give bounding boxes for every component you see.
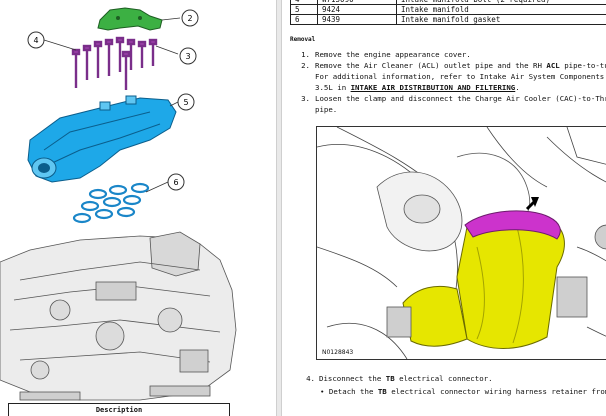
procedure-figure: N0128843 [316, 126, 606, 360]
svg-text:2: 2 [187, 14, 192, 23]
step-4-bullet: • Detach the TB electrical connector wir… [320, 387, 606, 396]
procedure-step: pipe. [290, 105, 606, 114]
step-text: 3.5L in INTAKE AIR DISTRIBUTION AND FILT… [315, 83, 520, 92]
step-text: Loosen the clamp and disconnect the Char… [315, 94, 606, 103]
text-run: . [515, 83, 520, 92]
step-4: 4. Disconnect the TB electrical connecto… [290, 374, 493, 383]
parts-table-row: 6 9439 Intake manifold gasket [290, 14, 606, 25]
procedure-step: 3. Loosen the clamp and disconnect the Ch… [290, 94, 606, 103]
step-number [290, 72, 315, 81]
parts-table: 4W715090Intake manifold bolt (2 required… [290, 0, 606, 25]
text-run: pipe-to-turbocharg [564, 61, 606, 70]
step-text: pipe. [315, 105, 338, 114]
step-number: 4. [306, 374, 315, 383]
bracket-part [97, 7, 163, 31]
parts-cell-desc: Intake manifold gasket [396, 14, 606, 25]
section-title: Removal [290, 36, 316, 43]
exploded-view-illustration [0, 7, 237, 401]
text-run: electrical connector wiring harness reta… [391, 387, 606, 396]
step-text: For additional information, refer to Int… [315, 72, 606, 81]
step-number: 3. [301, 94, 310, 103]
step-number [290, 105, 315, 114]
callout-3: 3 [179, 47, 197, 65]
callout-5: 5 [177, 93, 195, 111]
callout-4: 4 [27, 31, 45, 49]
svg-text:3: 3 [185, 52, 190, 61]
left-page: 2 3 4 5 6 Description [0, 0, 276, 416]
text-run: 3.5L in [315, 83, 351, 92]
callout-2: 2 [181, 9, 199, 27]
text-run: ACL [546, 61, 560, 70]
step-text: Remove the Air Cleaner (ACL) outlet pipe… [315, 61, 606, 70]
procedure-step: 1. Remove the engine appearance cover. [290, 50, 606, 59]
procedure-step: 2. Remove the Air Cleaner (ACL) outlet pi… [290, 61, 606, 70]
svg-text:4: 4 [33, 36, 38, 45]
procedure-step: 3.5L in INTAKE AIR DISTRIBUTION AND FILT… [290, 83, 606, 92]
callout-6: 6 [167, 173, 185, 191]
gaskets-part [72, 182, 150, 224]
right-page: 4W715090Intake manifold bolt (2 required… [282, 0, 606, 416]
text-run: electrical connector. [394, 374, 493, 383]
text-run: • Detach the [320, 387, 378, 396]
parts-cell-part: 9424 [317, 4, 397, 15]
parts-table-row: 5 9424 Intake manifold [290, 4, 606, 15]
step-number [290, 83, 315, 92]
intake-manifold-part [27, 95, 177, 183]
text-run: TB [377, 387, 387, 396]
svg-text:6: 6 [173, 178, 178, 187]
parts-cell-desc: Intake manifold [396, 4, 606, 15]
step-number: 2. [301, 61, 310, 70]
bolts-group [71, 36, 158, 90]
svg-text:5: 5 [183, 98, 188, 107]
parts-cell-item: 6 [290, 14, 318, 25]
parts-cell-part: 9439 [317, 14, 397, 25]
description-table-header: Description [8, 403, 230, 416]
text-run: Disconnect the [319, 374, 386, 383]
step-number: 1. [301, 50, 310, 59]
figure-illustration [316, 126, 606, 360]
figure-id: N0128843 [321, 349, 355, 356]
text-run: Remove the Air Cleaner (ACL) outlet pipe… [315, 61, 547, 70]
procedure-steps: 1. Remove the engine appearance cover. 2. R… [290, 50, 606, 116]
engine-block [0, 231, 237, 401]
step-text: Remove the engine appearance cover. [315, 50, 471, 59]
reference-link[interactable]: INTAKE AIR DISTRIBUTION AND FILTERING [351, 83, 516, 92]
procedure-step: For additional information, refer to Int… [290, 72, 606, 81]
parts-cell-item: 5 [290, 4, 318, 15]
text-run: TB [385, 374, 395, 383]
